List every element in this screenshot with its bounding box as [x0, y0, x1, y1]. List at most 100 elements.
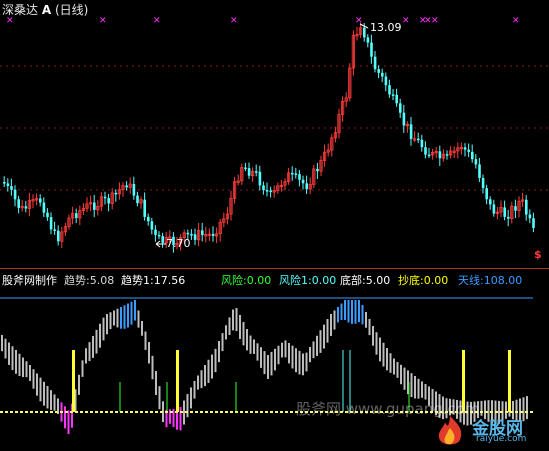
- candle-body: [445, 154, 449, 156]
- candle-body: [17, 199, 20, 208]
- candle-body: [161, 236, 164, 243]
- candle-body: [269, 190, 272, 193]
- candle-body: [186, 232, 190, 235]
- signal-cross-marker: ✕: [99, 16, 107, 26]
- candle-body: [193, 234, 197, 240]
- candle-body: [49, 217, 53, 230]
- candle-body: [244, 167, 247, 170]
- candle-body: [471, 151, 474, 160]
- candle-body: [395, 94, 398, 104]
- candle-body: [373, 56, 377, 70]
- period-label: (日线): [54, 3, 89, 17]
- candle-body: [370, 42, 373, 57]
- candle-body: [265, 190, 269, 192]
- candle-body: [125, 185, 128, 188]
- candle-body: [489, 199, 492, 205]
- price-chart[interactable]: ✕ ✕ ✕ ✕ ✕ ✕ ✕✕ ✕ ✕ 13.09 7.70 $: [0, 0, 549, 268]
- candle-body: [53, 229, 56, 231]
- low-price-arrow: [155, 240, 166, 248]
- fire-logo-icon: [438, 416, 462, 445]
- candle-body: [103, 196, 107, 199]
- price-chart-pane[interactable]: ✕ ✕ ✕ ✕ ✕ ✕ ✕ ✕ ✕ ✕ 13.09 7.70 $: [0, 0, 549, 268]
- param-bottom: 底部:5.00: [340, 274, 391, 287]
- candle-body: [157, 234, 161, 237]
- buy-signal-bar: [176, 350, 179, 412]
- candle-body: [255, 171, 258, 173]
- param-trend: 趋势:5.08: [64, 274, 115, 287]
- param-buy-bottom: 抄底:0.00: [398, 274, 449, 287]
- candle-body: [211, 233, 215, 237]
- candle-body: [143, 199, 146, 217]
- candle-body: [57, 230, 60, 242]
- candle-body: [114, 192, 118, 195]
- candle-body: [75, 213, 78, 218]
- candle-body: [492, 204, 496, 214]
- chart-title: 深桑达 A (日线): [2, 1, 88, 18]
- logo-domain: raiyue.com: [476, 434, 527, 444]
- candle-body: [39, 198, 42, 203]
- candle-body: [424, 147, 427, 155]
- candle-body: [388, 85, 391, 95]
- candle-body: [467, 149, 470, 152]
- signal-cross-marker: ✕: [230, 16, 238, 26]
- candle-body: [474, 159, 478, 165]
- param-trend1: 趋势1:17.56: [121, 274, 186, 287]
- candle-body: [24, 206, 28, 209]
- stock-chart-window: ✕ ✕ ✕ ✕ ✕ ✕ ✕ ✕ ✕ ✕ 13.09 7.70 $ 深桑达 A (日线) 股斧网制作…: [0, 0, 549, 447]
- candle-body: [147, 216, 150, 222]
- candlestick-series: [3, 22, 535, 253]
- signal-cross-marker: ✕: [402, 16, 410, 26]
- candle-body: [381, 72, 384, 77]
- candle-body: [514, 206, 517, 211]
- candle-body: [528, 214, 532, 219]
- candle-body: [3, 182, 6, 184]
- candle-body: [384, 76, 388, 86]
- candle-body: [427, 154, 431, 157]
- candle-body: [305, 183, 308, 190]
- candle-body: [294, 173, 298, 176]
- candle-body: [136, 195, 139, 204]
- candle-body: [6, 183, 10, 187]
- candle-body: [366, 37, 370, 43]
- candle-body: [298, 174, 301, 180]
- candle-body: [262, 185, 265, 191]
- candle-body: [132, 183, 136, 196]
- candle-body: [438, 151, 442, 159]
- site-logo: 金股网 raiyue.com: [432, 414, 549, 447]
- high-price-label: 13.09: [370, 21, 402, 34]
- candle-body: [525, 199, 528, 215]
- buy-signal-bar: [72, 350, 75, 412]
- candle-body: [93, 202, 96, 210]
- candle-body: [201, 230, 204, 235]
- candle-body: [190, 234, 193, 236]
- candle-body: [377, 69, 380, 73]
- candle-body: [399, 103, 402, 113]
- candle-body: [150, 221, 154, 230]
- pane-divider[interactable]: [0, 268, 549, 269]
- indicator-name[interactable]: 股斧网制作: [2, 272, 57, 288]
- indicator-header: 股斧网制作 趋势:5.08 趋势1:17.56 风险:0.00 风险1:0.00…: [0, 272, 549, 288]
- candle-body: [154, 229, 157, 235]
- candle-body: [391, 94, 395, 96]
- candle-body: [301, 179, 305, 184]
- candle-body: [247, 168, 251, 176]
- candle-body: [532, 218, 535, 228]
- candle-body: [503, 207, 506, 217]
- dollar-signal-icon: $: [534, 248, 542, 261]
- param-risk: 风险:0.00: [221, 274, 272, 287]
- candle-body: [10, 186, 13, 190]
- candle-body: [13, 189, 17, 200]
- stock-name: 深桑达: [2, 3, 39, 17]
- candle-body: [363, 27, 366, 38]
- candle-body: [316, 168, 319, 172]
- signal-cross-marker: ✕: [512, 16, 520, 26]
- candle-body: [107, 198, 110, 204]
- candle-body: [481, 177, 485, 189]
- candle-body: [478, 164, 481, 178]
- buy-signal-bar: [508, 350, 511, 412]
- param-antenna: 天线:108.00: [458, 274, 523, 287]
- candle-body: [507, 216, 510, 219]
- signal-cross-marker: ✕: [431, 16, 439, 26]
- candle-body: [420, 139, 424, 148]
- candle-body: [402, 112, 406, 126]
